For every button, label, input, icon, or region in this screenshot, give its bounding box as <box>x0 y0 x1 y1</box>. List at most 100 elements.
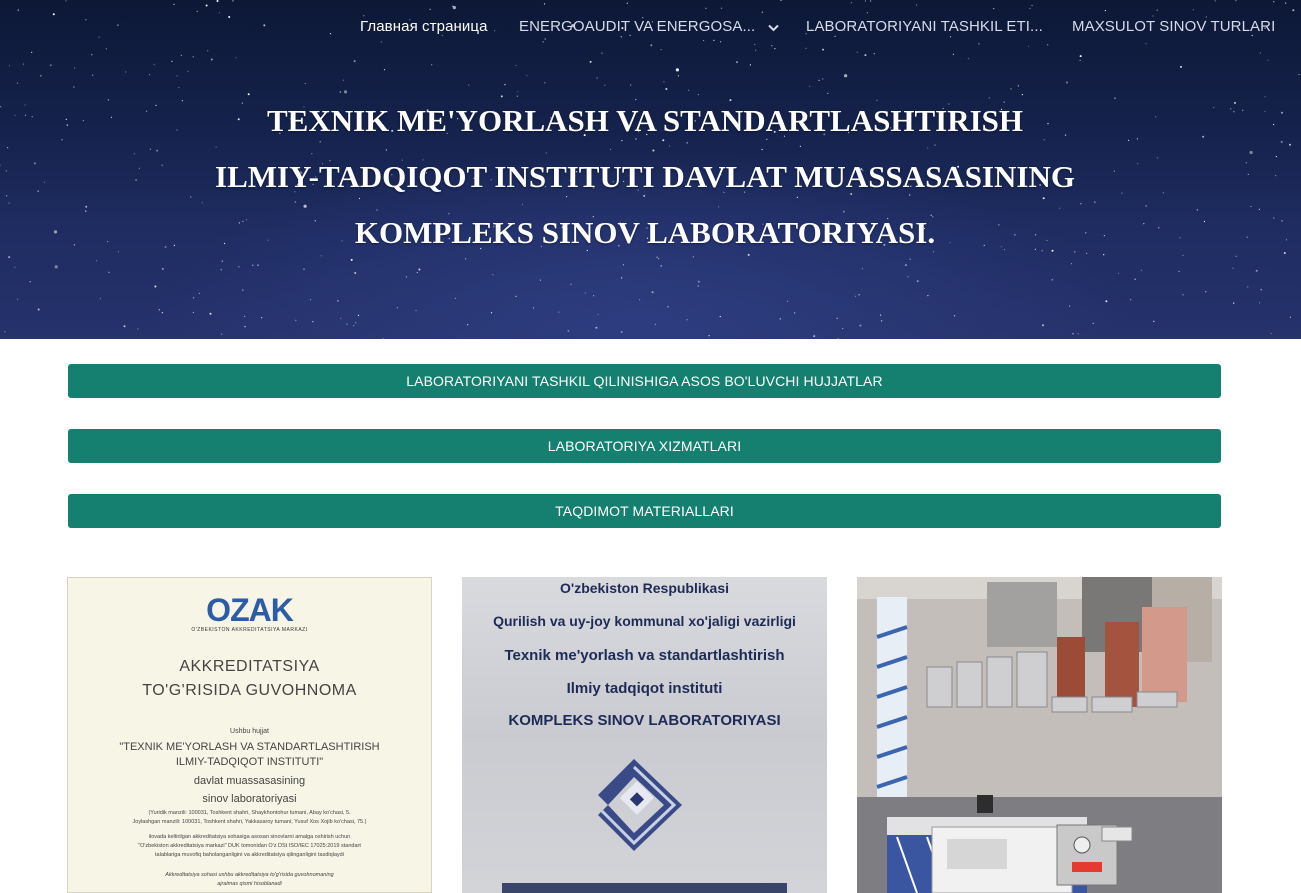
star <box>261 317 263 319</box>
star <box>1196 209 1198 211</box>
certificate-text: "O'zbekiston akkreditatsiya markazi" DUK… <box>138 843 361 849</box>
nav-item-maxsulot[interactable]: MAXSULOT SINOV TURLARI <box>1072 18 1275 35</box>
documents-button[interactable]: LABORATORIYANI TASHKIL QILINISHIGA ASOS … <box>68 364 1221 398</box>
star <box>85 205 88 208</box>
star <box>1077 333 1079 335</box>
star <box>454 297 456 299</box>
star <box>1255 269 1258 272</box>
star <box>1153 320 1155 322</box>
star <box>667 305 669 308</box>
star <box>73 86 75 88</box>
star <box>660 265 662 267</box>
star <box>1182 254 1184 256</box>
star <box>822 78 824 80</box>
nav-item-energoaudit[interactable]: ENERGOAUDIT VA ENERGOSA... <box>519 18 779 36</box>
star <box>1289 316 1292 318</box>
star <box>1232 267 1234 269</box>
star <box>1289 143 1291 146</box>
star <box>309 299 312 301</box>
star <box>1280 140 1283 143</box>
nav-item-label: MAXSULOT SINOV TURLARI <box>1072 18 1276 35</box>
star <box>74 67 76 69</box>
chevron-down-icon[interactable] <box>767 19 779 36</box>
star <box>1233 302 1235 304</box>
star <box>82 120 84 122</box>
star <box>14 266 16 268</box>
star <box>1117 272 1120 275</box>
button-label: TAQDIMOT MATERIALLARI <box>555 503 734 519</box>
certificate-text: ilovada keltirilgan akkreditatsiya sohas… <box>148 834 351 840</box>
star <box>907 276 909 278</box>
star <box>858 294 860 296</box>
star <box>244 326 246 328</box>
star <box>192 56 194 58</box>
star <box>675 68 680 72</box>
star <box>639 299 641 301</box>
certificate-text: Joylashgan manzili: 100031, Toshkent sha… <box>132 819 367 825</box>
star <box>1234 101 1236 104</box>
star <box>1143 223 1145 225</box>
sign-text-line: Ilmiy tadqiqot instituti <box>566 680 723 697</box>
star <box>187 70 189 72</box>
certificate-text: (Yuridik manzili: 100031, Toshkent shahr… <box>148 810 351 816</box>
star <box>5 170 7 172</box>
star <box>904 264 907 267</box>
button-label: LABORATORIYANI TASHKIL QILINISHIGA ASOS … <box>406 373 883 389</box>
star <box>198 292 200 294</box>
star <box>794 312 796 314</box>
star <box>567 330 570 332</box>
star <box>1242 109 1244 111</box>
logo-subtitle: O'ZBEKISTON AKKREDITATSIYA MARKAZI <box>191 627 308 633</box>
star <box>176 75 178 77</box>
star <box>749 64 752 66</box>
star <box>66 124 68 126</box>
star <box>842 327 844 330</box>
star <box>1285 239 1288 241</box>
star <box>1258 208 1260 210</box>
sign-text-line: Qurilish va uy-joy kommunal xo'jaligi va… <box>493 613 796 629</box>
star <box>17 298 19 300</box>
star <box>809 85 811 87</box>
star <box>539 279 542 281</box>
star <box>1213 106 1215 109</box>
star <box>22 63 24 65</box>
nav-item-label: LABORATORIYANI TASHKIL ETI... <box>806 18 1043 35</box>
star <box>123 325 126 328</box>
star <box>312 321 314 323</box>
laboratory-equipment-photo[interactable] <box>857 577 1222 893</box>
star <box>346 323 348 325</box>
star <box>1203 220 1205 223</box>
services-button[interactable]: LABORATORIYA XIZMATLARI <box>68 429 1221 463</box>
star <box>396 307 398 309</box>
star <box>353 60 356 63</box>
star <box>336 299 339 302</box>
laboratory-sign-image[interactable]: O'zbekiston Respublikasi Qurilish va uy-… <box>462 577 827 893</box>
star <box>235 57 237 59</box>
star <box>697 280 700 283</box>
star <box>8 65 10 67</box>
star <box>125 71 127 73</box>
star <box>1130 299 1132 301</box>
star <box>621 277 623 279</box>
star <box>1298 74 1300 76</box>
nav-item-laboratoriyani[interactable]: LABORATORIYANI TASHKIL ETI... <box>806 18 1043 35</box>
star <box>779 318 781 320</box>
star <box>1042 324 1044 327</box>
star <box>1264 96 1266 98</box>
star <box>1259 302 1261 304</box>
star <box>467 324 469 326</box>
star <box>4 331 6 333</box>
star <box>558 311 560 313</box>
nav-item-home[interactable]: Главная страница <box>360 18 488 35</box>
star <box>6 195 8 197</box>
star <box>1202 135 1205 138</box>
hero-title: TEXNIK ME'YORLASH VA STANDARTLASHTIRISH … <box>150 93 1140 261</box>
accreditation-certificate-image[interactable]: OZAK O'ZBEKISTON AKKREDITATSIYA MARKAZI … <box>67 577 432 893</box>
laboratory-emblem-icon <box>598 759 682 851</box>
star <box>110 116 112 118</box>
certificate-text: sinov laboratoriyasi <box>202 793 297 805</box>
star <box>137 328 139 330</box>
star <box>1275 175 1277 177</box>
star <box>418 268 421 271</box>
presentation-button[interactable]: TAQDIMOT MATERIALLARI <box>68 494 1221 528</box>
